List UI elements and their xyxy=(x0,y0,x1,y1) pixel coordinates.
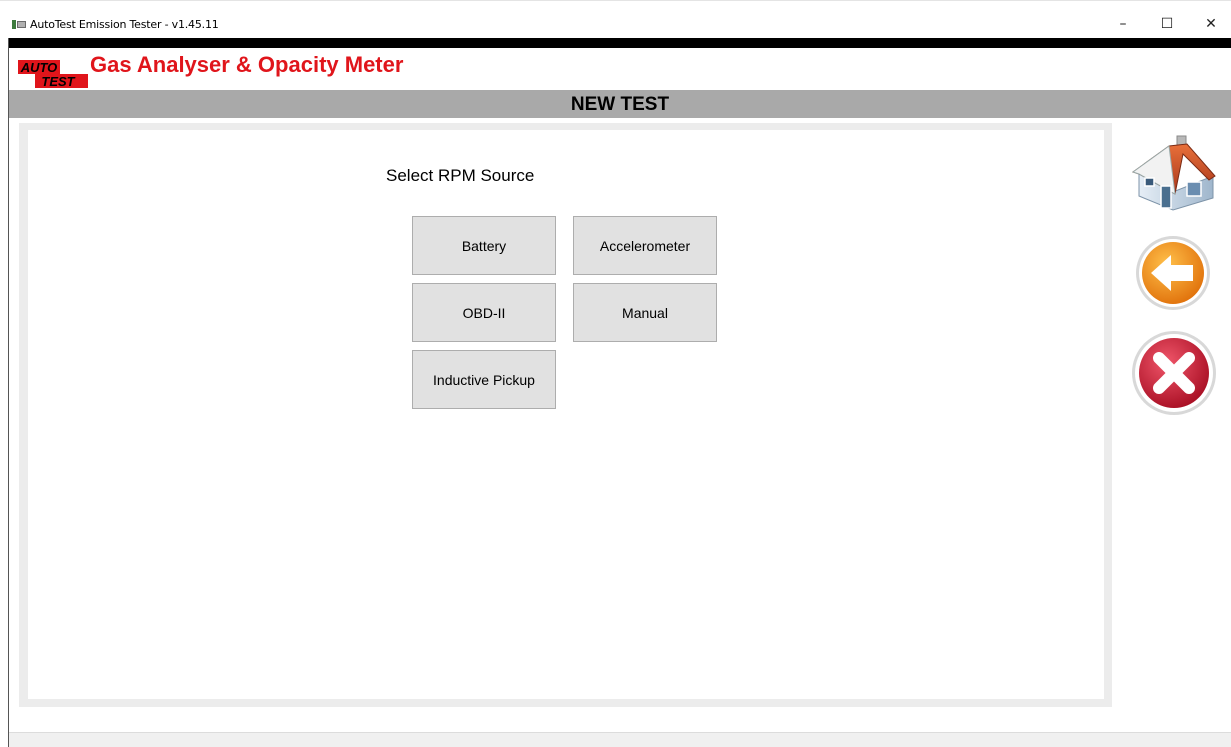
close-window-button[interactable]: ✕ xyxy=(1196,12,1226,36)
logo-text-test: TEST xyxy=(41,74,75,88)
back-arrow-icon[interactable] xyxy=(1135,235,1211,311)
section-bar: NEW TEST xyxy=(9,90,1231,118)
obd-ii-button[interactable]: OBD-II xyxy=(412,283,556,342)
title-bar-border xyxy=(0,0,1231,1)
home-icon[interactable] xyxy=(1129,132,1217,212)
window-title: AutoTest Emission Tester - v1.45.11 xyxy=(30,18,219,31)
logo-text-auto: AUTO xyxy=(20,60,58,75)
inductive-pickup-button[interactable]: Inductive Pickup xyxy=(412,350,556,409)
app-window: AutoTest Emission Tester - v1.45.11 – ☐ … xyxy=(0,0,1231,747)
status-bar xyxy=(9,732,1231,747)
content-panel xyxy=(28,130,1104,699)
manual-button[interactable]: Manual xyxy=(573,283,717,342)
header-top-strip xyxy=(9,38,1231,48)
app-header: AUTO TEST Gas Analyser & Opacity Meter xyxy=(9,48,1231,90)
battery-button[interactable]: Battery xyxy=(412,216,556,275)
title-bar: AutoTest Emission Tester - v1.45.11 – ☐ … xyxy=(0,0,1231,38)
maximize-button[interactable]: ☐ xyxy=(1152,12,1182,36)
autotest-logo: AUTO TEST xyxy=(18,60,88,88)
app-title: Gas Analyser & Opacity Meter xyxy=(90,52,404,77)
cancel-icon[interactable] xyxy=(1131,330,1217,416)
app-icon xyxy=(12,20,26,29)
window-left-border xyxy=(8,38,9,747)
minimize-button[interactable]: – xyxy=(1108,12,1138,36)
section-title: NEW TEST xyxy=(570,94,670,115)
accelerometer-button[interactable]: Accelerometer xyxy=(573,216,717,275)
rpm-source-prompt: Select RPM Source xyxy=(386,166,535,185)
